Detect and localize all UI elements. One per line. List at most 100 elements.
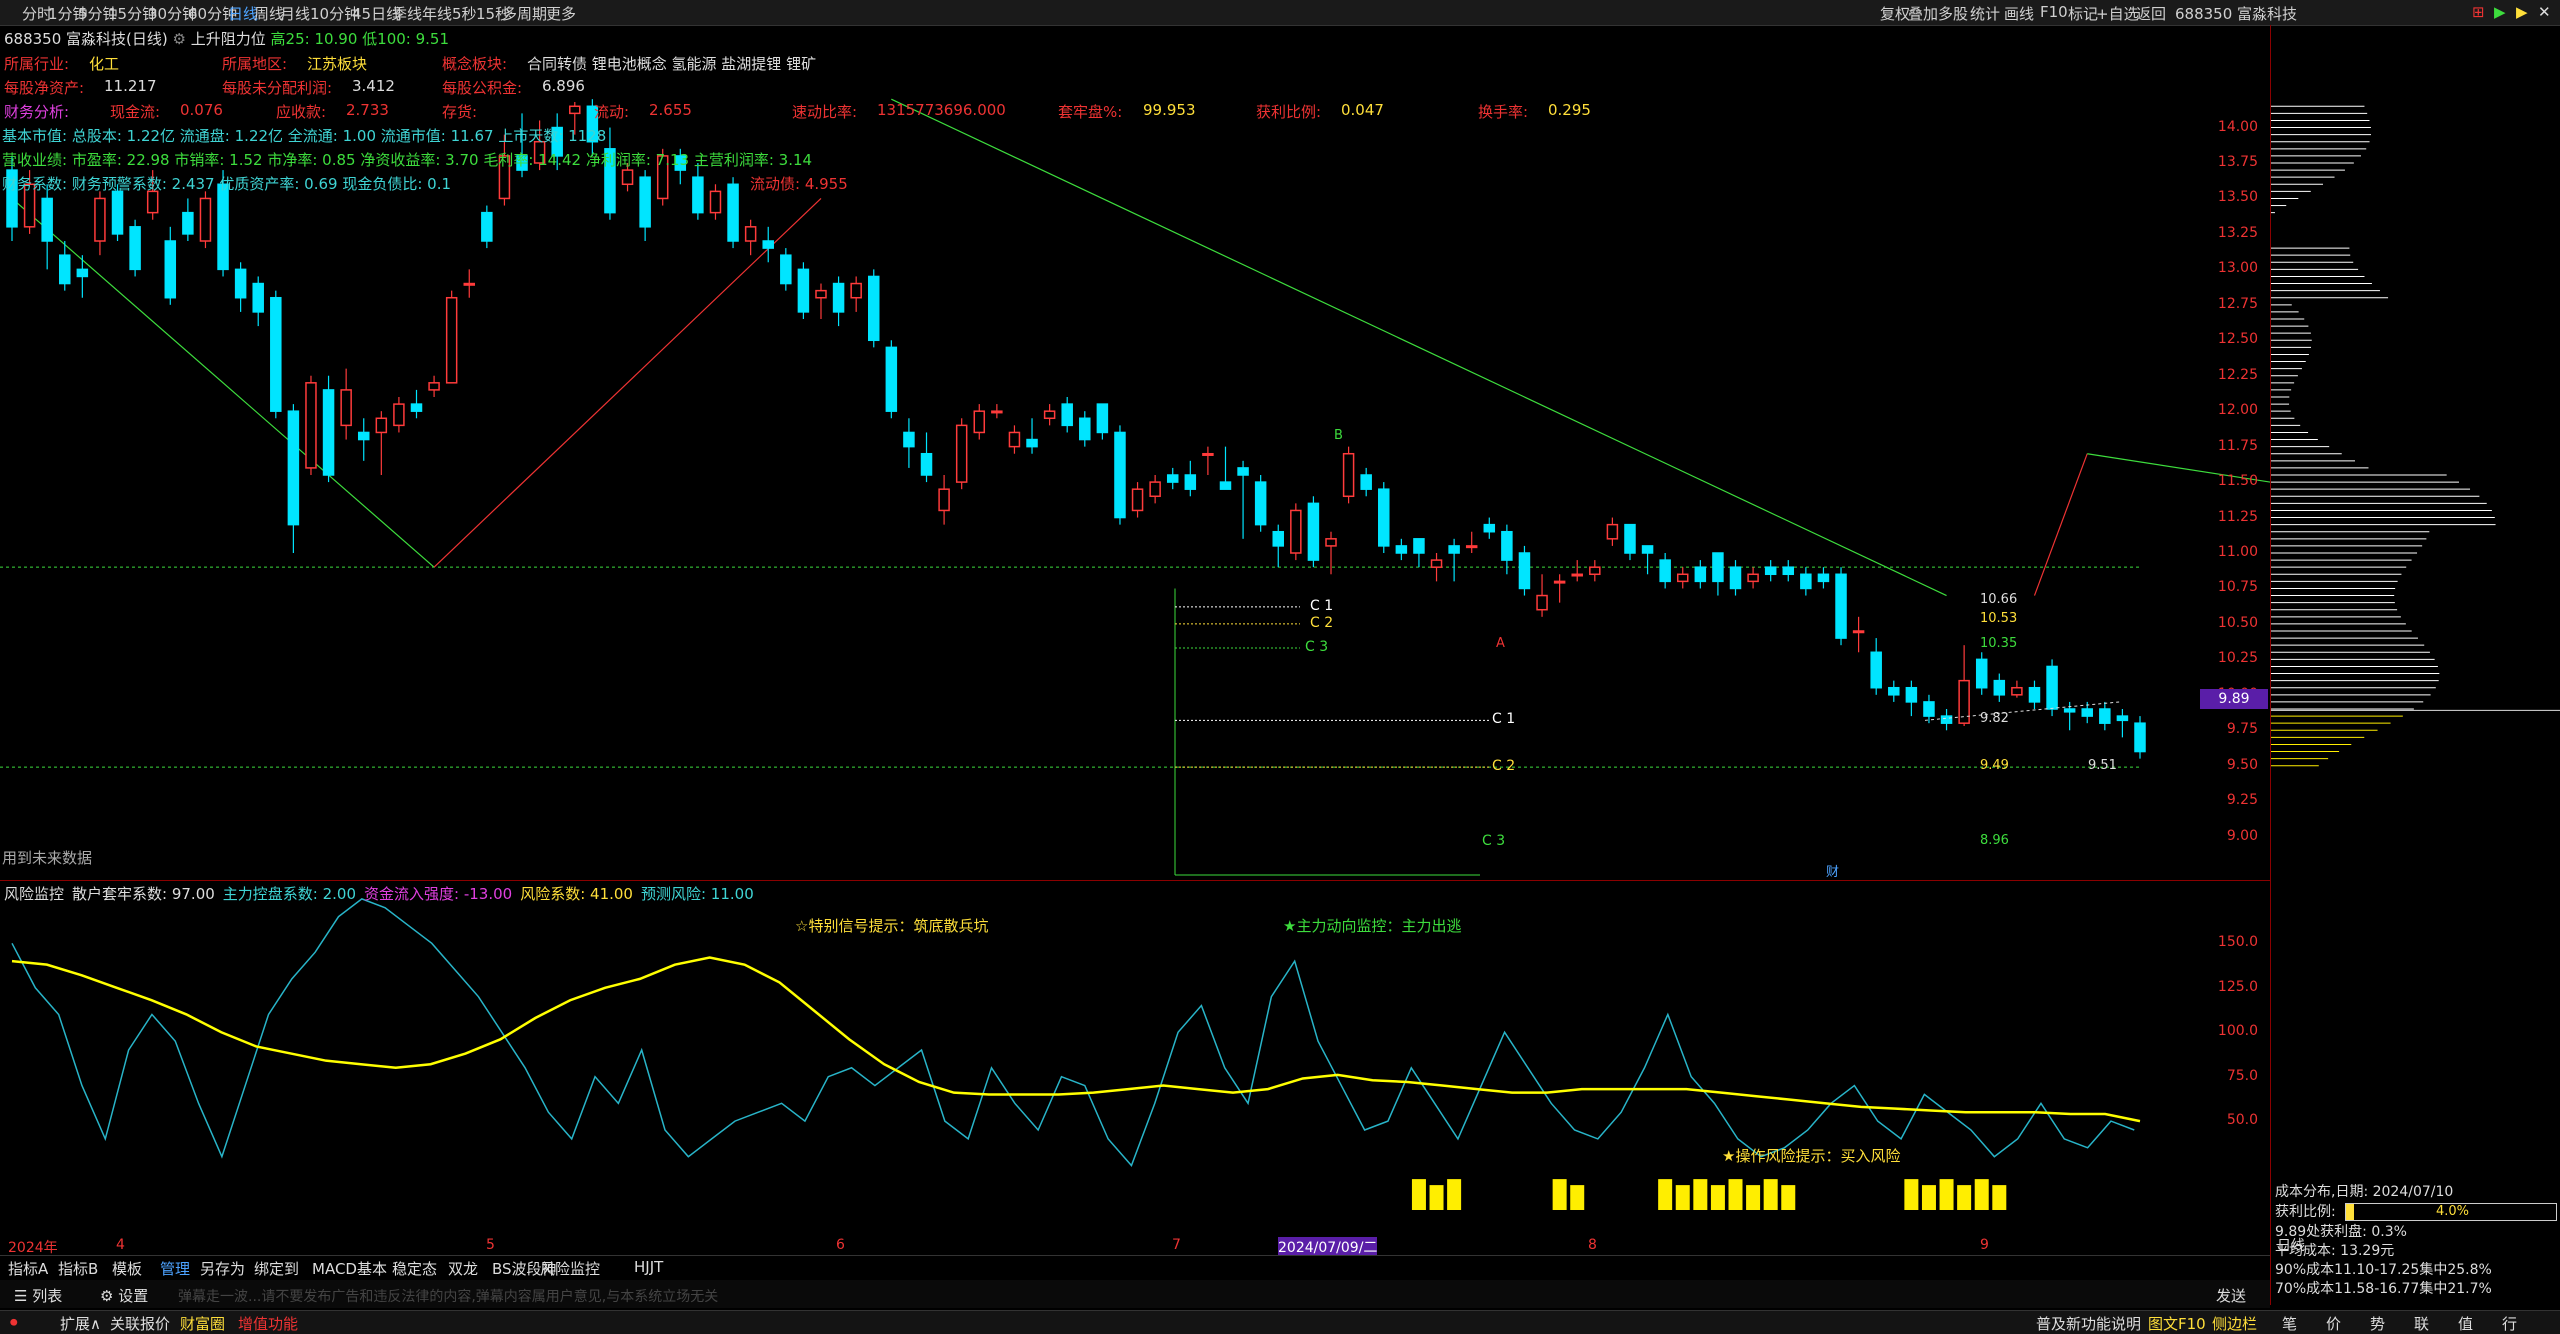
toolbar-right-7[interactable]: +自选	[2096, 3, 2139, 24]
date-label: 4	[116, 1237, 125, 1253]
list-button[interactable]: ☰ 列表	[14, 1285, 62, 1306]
financial-report-marker[interactable]: 财	[1826, 861, 1839, 880]
stock-code-name: 688350 富淼科技(日线)	[4, 30, 168, 48]
window-icon-2[interactable]: ▶	[2516, 3, 2528, 21]
window-icon-0[interactable]: ⊞	[2472, 3, 2485, 21]
candle	[2028, 680, 2041, 709]
fund-row6b: 流动债: 4.955	[750, 175, 848, 193]
bottom-right-icon-2[interactable]: 势	[2370, 1313, 2385, 1334]
high-label: 高25: 10.90	[270, 30, 358, 48]
toolbar-right-2[interactable]: 多股	[1938, 3, 1968, 24]
indicator-tab-7[interactable]: 稳定态	[392, 1258, 437, 1279]
period-tab-13[interactable]: 5秒	[452, 3, 477, 24]
danmaku-input[interactable]: 弹幕走一波...请不要发布广告和违反法律的内容,弹幕内容属用户意见,与本系统立场…	[178, 1286, 718, 1306]
fund-row5: 营收业绩: 市盈率: 22.98 市销率: 1.52 市净率: 0.85 净资收…	[2, 151, 813, 169]
period-tab-16[interactable]: 更多	[546, 3, 576, 24]
candle-body	[1342, 452, 1355, 498]
bottom-right-icon-3[interactable]: 联	[2414, 1313, 2429, 1334]
candle	[832, 276, 845, 327]
indicator-tab-3[interactable]: 管理	[160, 1258, 190, 1279]
bottom-right-icon-1[interactable]: 价	[2326, 1313, 2341, 1334]
fund-value: 合同转债 锂电池概念 氢能源 盐湖提锂 锂矿	[527, 55, 817, 73]
price-tag: 10.66	[1980, 592, 2018, 608]
indicator-tab-2[interactable]: 模板	[112, 1258, 142, 1279]
send-button[interactable]: 发送	[2216, 1285, 2246, 1306]
date-label: 8	[1588, 1237, 1597, 1253]
right-stock-title: 688350 富淼科技	[2175, 5, 2298, 23]
candle	[357, 418, 370, 461]
candle	[1079, 411, 1091, 447]
indicator-tab-11[interactable]: HJJT	[634, 1258, 663, 1276]
candle	[1061, 397, 1073, 433]
indicator-tab-4[interactable]: 另存为	[200, 1258, 245, 1279]
indicator-tab-1[interactable]: 指标B	[58, 1258, 98, 1279]
profit-ratio-bar: 4.0%	[2345, 1203, 2557, 1221]
bottom-link-1[interactable]: 关联报价	[110, 1313, 170, 1334]
indicator-tab-6[interactable]: MACD基本	[312, 1258, 387, 1279]
bottom-link-2[interactable]: 财富圈	[180, 1313, 225, 1334]
candle-body	[709, 190, 722, 214]
fund-label: 现金流:	[110, 103, 161, 121]
bottom-right-link-1[interactable]: 侧边栏	[2212, 1313, 2257, 1334]
new-feature-info[interactable]: 普及新功能说明	[2036, 1313, 2141, 1334]
risk-bar	[1675, 1185, 1690, 1210]
bottom-right-icon-4[interactable]: 值	[2458, 1313, 2473, 1334]
candle	[709, 184, 722, 220]
toolbar-right-4[interactable]: 画线	[2004, 3, 2034, 24]
indicator-tab-5[interactable]: 绑定到	[254, 1258, 299, 1279]
toolbar-right-6[interactable]: 标记	[2068, 3, 2098, 24]
candle-body	[1184, 474, 1197, 490]
indicator-tab-8[interactable]: 双龙	[448, 1258, 478, 1279]
fund-value: 6.896	[542, 77, 585, 95]
kline-chart[interactable]: 688350 富淼科技(日线) ⚙ 上升阻力位 高25: 10.90 低100:…	[0, 25, 2270, 881]
candle	[1131, 482, 1144, 518]
bottom-link-3[interactable]: 增值功能	[238, 1313, 298, 1334]
candle	[1237, 460, 1249, 539]
candle-body	[1800, 573, 1812, 590]
indicator-tab-10[interactable]: 风险监控	[540, 1258, 600, 1279]
candle	[59, 241, 71, 291]
candle	[410, 389, 423, 419]
bottom-right-link-0[interactable]: 图文F10	[2148, 1313, 2206, 1334]
candle-body	[1043, 410, 1056, 420]
candle-body	[1360, 474, 1372, 490]
fund-value: 0.076	[180, 101, 223, 119]
gear-icon[interactable]: ⚙	[173, 30, 191, 48]
toolbar-right-5[interactable]: F10	[2040, 3, 2068, 21]
candle	[1940, 709, 1953, 731]
date-label: 2024年	[8, 1240, 58, 1256]
record-icon[interactable]: ⏺	[10, 1313, 18, 1331]
settings-label: 设置	[118, 1287, 149, 1305]
candle-body	[322, 389, 335, 476]
toolbar-right-0[interactable]: 复权	[1880, 3, 1910, 24]
fund-label: 存货:	[442, 103, 478, 121]
candle-body	[744, 226, 757, 242]
fund-row4: 基本市值: 总股本: 1.22亿 流通盘: 1.22亿 全流通: 1.00 流通…	[2, 127, 607, 145]
toolbar-right-1[interactable]: 叠加	[1908, 3, 1938, 24]
indicator-tab-0[interactable]: 指标A	[8, 1258, 48, 1279]
candle-body	[410, 403, 423, 412]
price-tag: 10.53	[1980, 610, 2018, 626]
settings-button[interactable]: ⚙ 设置	[100, 1285, 148, 1306]
candle-body	[1975, 658, 1988, 689]
risk-bar	[1693, 1179, 1708, 1210]
toolbar-right-8[interactable]: 返回	[2136, 3, 2166, 24]
period-tab-11[interactable]: 季线	[392, 3, 422, 24]
period-tab-15[interactable]: 多周期	[502, 3, 547, 24]
candle	[305, 375, 317, 475]
toolbar-right-3[interactable]: 统计	[1970, 3, 2000, 24]
risk-monitor-chart[interactable]: 风险监控 散户套牢系数: 97.00 主力控盘系数: 2.00 资金流入强度: -13…	[0, 880, 2270, 1235]
fund-label: 每股公积金:	[442, 79, 523, 97]
candle-body	[797, 268, 810, 313]
bottom-right-icon-0[interactable]: 笔	[2282, 1313, 2297, 1334]
bottom-right-icon-5[interactable]: 行	[2502, 1313, 2517, 1334]
period-tab-12[interactable]: 年线	[422, 3, 452, 24]
price-tick: 12.00	[2217, 402, 2258, 419]
candle	[1571, 560, 1583, 582]
bottom-link-0[interactable]: 扩展∧	[60, 1313, 101, 1334]
price-tick: 11.25	[2217, 508, 2258, 525]
risk-axis: 150.0 125.0 100.0 75.0 50.0	[2195, 880, 2270, 1235]
period-tab-8[interactable]: 月线	[280, 3, 310, 24]
window-icon-1[interactable]: ▶	[2494, 3, 2506, 21]
window-icon-3[interactable]: ✕	[2538, 3, 2551, 21]
